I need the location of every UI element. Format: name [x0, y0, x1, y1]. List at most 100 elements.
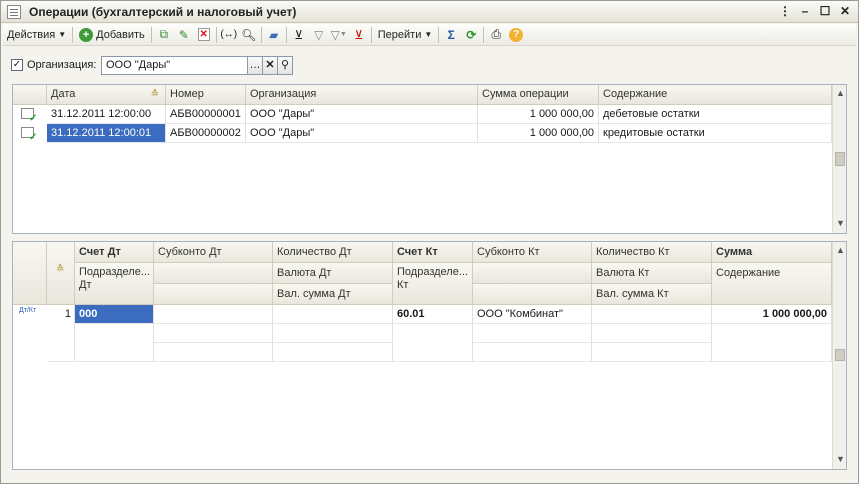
- entries-scrollbar[interactable]: ▲ ▼: [832, 242, 846, 469]
- header-account-kt[interactable]: Счет Кт: [393, 242, 473, 263]
- actions-menu-button[interactable]: Действия ▼: [3, 25, 70, 45]
- header-department-kt[interactable]: Подразделе... Кт: [393, 263, 473, 305]
- header-date[interactable]: Дата ≙: [47, 85, 166, 105]
- entry-currency-kt[interactable]: [592, 324, 712, 343]
- clear-filter-icon[interactable]: ⊻: [349, 25, 369, 45]
- hierarchy-icon[interactable]: (↔): [219, 25, 239, 45]
- eraser-icon[interactable]: ▰: [264, 25, 284, 45]
- clear-field-icon[interactable]: ✕: [263, 55, 278, 75]
- operations-table: Дата ≙ Номер Организация Сумма операции …: [12, 84, 847, 234]
- header-currency-kt[interactable]: Валюта Кт: [592, 263, 712, 284]
- dt-kt-icon: Дт/Кт: [19, 307, 37, 314]
- header-quantity-dt[interactable]: Количество Дт: [273, 242, 393, 263]
- entry-subconto-dt-3[interactable]: [154, 343, 273, 362]
- scroll-up-icon[interactable]: ▲: [833, 86, 846, 101]
- select-button[interactable]: …: [248, 55, 263, 75]
- entry-subconto-dt[interactable]: [154, 305, 273, 324]
- add-icon: +: [79, 27, 94, 42]
- minimize-icon[interactable]: –: [796, 3, 814, 20]
- header-content[interactable]: Содержание: [599, 85, 832, 105]
- organization-filter: ✓ Организация: ООО "Дары" … ✕ ⚲: [11, 55, 293, 75]
- filter-value-icon[interactable]: ▽: [309, 25, 329, 45]
- entry-quantity-kt[interactable]: [592, 305, 712, 324]
- chevron-down-icon: ▼: [424, 30, 433, 39]
- sum-icon[interactable]: Σ: [441, 25, 461, 45]
- close-icon[interactable]: ✕: [836, 3, 854, 20]
- header-empty: [473, 284, 592, 305]
- entry-currency-sum-dt[interactable]: [273, 343, 393, 362]
- entry-department-dt[interactable]: [75, 324, 154, 362]
- operations-window: Операции (бухгалтерский и налоговый учет…: [0, 0, 859, 484]
- sort-icon: ≙: [150, 89, 159, 100]
- header-amount[interactable]: Сумма операции: [478, 85, 599, 105]
- row1-content[interactable]: дебетовые остатки: [599, 105, 832, 124]
- scroll-down-icon[interactable]: ▼: [833, 216, 846, 231]
- header-description[interactable]: Содержание: [712, 263, 832, 305]
- row2-content[interactable]: кредитовые остатки: [599, 124, 832, 143]
- add-label: Добавить: [96, 28, 145, 41]
- entry-subconto-kt[interactable]: ООО "Комбинат": [473, 305, 592, 324]
- row1-organization[interactable]: ООО "Дары": [246, 105, 478, 124]
- add-button[interactable]: + Добавить: [75, 25, 149, 45]
- header-organization[interactable]: Организация: [246, 85, 478, 105]
- print-icon[interactable]: ⎙: [486, 25, 506, 45]
- entry-currency-sum-kt[interactable]: [592, 343, 712, 362]
- scroll-thumb[interactable]: [835, 152, 845, 166]
- goto-label: Перейти: [377, 28, 422, 41]
- entry-subconto-dt-2[interactable]: [154, 324, 273, 343]
- scroll-down-icon[interactable]: ▼: [833, 452, 846, 467]
- edit-icon[interactable]: ✎: [174, 25, 194, 45]
- scroll-up-icon[interactable]: ▲: [833, 243, 846, 258]
- entry-subconto-kt-2[interactable]: [473, 324, 592, 343]
- header-subconto-dt[interactable]: Субконто Дт: [154, 242, 273, 263]
- entry-sum[interactable]: 1 000 000,00: [712, 305, 832, 324]
- refresh-icon[interactable]: ⟳: [461, 25, 481, 45]
- actions-label: Действия: [7, 28, 56, 41]
- header-account-dt[interactable]: Счет Дт: [75, 242, 154, 263]
- title-bar: Операции (бухгалтерский и налоговый учет…: [1, 1, 858, 23]
- row1-amount[interactable]: 1 000 000,00: [478, 105, 599, 124]
- document-icon: [7, 4, 21, 19]
- row2-number[interactable]: АБВ00000002: [166, 124, 246, 143]
- row2-date[interactable]: 31.12.2011 12:00:01: [47, 124, 166, 143]
- copy-icon[interactable]: ⧉: [154, 25, 174, 45]
- entries-table: ≙ Счет Дт Субконто Дт Количество Дт Счет…: [12, 241, 847, 470]
- find-icon[interactable]: 🔍︎: [239, 25, 259, 45]
- entry-account-dt[interactable]: 000: [75, 305, 154, 324]
- header-empty: [154, 284, 273, 305]
- help-icon[interactable]: ?: [506, 25, 526, 45]
- entry-currency-dt[interactable]: [273, 324, 393, 343]
- header-quantity-kt[interactable]: Количество Кт: [592, 242, 712, 263]
- header-number[interactable]: Номер: [166, 85, 246, 105]
- menu-icon[interactable]: ⋮: [776, 3, 794, 20]
- entry-department-kt[interactable]: [393, 324, 473, 362]
- header-currency-dt[interactable]: Валюта Дт: [273, 263, 393, 284]
- maximize-icon[interactable]: ☐: [816, 3, 834, 20]
- header-empty: [154, 263, 273, 284]
- check-icon: ✓: [12, 59, 22, 70]
- header-currency-sum-dt[interactable]: Вал. сумма Дт: [273, 284, 393, 305]
- entry-subconto-kt-3[interactable]: [473, 343, 592, 362]
- sort-icon: ≙: [56, 264, 65, 275]
- organization-input[interactable]: ООО "Дары": [101, 55, 248, 75]
- header-sum[interactable]: Сумма: [712, 242, 832, 263]
- filter-icon[interactable]: ⊻: [289, 25, 309, 45]
- entry-description[interactable]: [712, 324, 832, 362]
- row1-date[interactable]: 31.12.2011 12:00:00: [47, 105, 166, 124]
- entry-quantity-dt[interactable]: [273, 305, 393, 324]
- header-currency-sum-kt[interactable]: Вал. сумма Кт: [592, 284, 712, 305]
- row2-organization[interactable]: ООО "Дары": [246, 124, 478, 143]
- organization-checkbox[interactable]: ✓: [11, 59, 23, 71]
- toolbar: Действия ▼ + Добавить ⧉ ✎ ✕ (↔) 🔍︎ ▰ ⊻ ▽ …: [3, 24, 856, 46]
- delete-icon[interactable]: ✕: [194, 25, 214, 45]
- entry-account-kt[interactable]: 60.01: [393, 305, 473, 324]
- goto-menu-button[interactable]: Перейти ▼: [374, 25, 437, 45]
- row2-amount[interactable]: 1 000 000,00: [478, 124, 599, 143]
- operations-scrollbar[interactable]: ▲ ▼: [832, 85, 846, 233]
- header-subconto-kt[interactable]: Субконто Кт: [473, 242, 592, 263]
- search-icon[interactable]: ⚲: [278, 55, 293, 75]
- scroll-thumb[interactable]: [835, 349, 845, 361]
- row1-number[interactable]: АБВ00000001: [166, 105, 246, 124]
- header-department-dt[interactable]: Подразделе... Дт: [75, 263, 154, 305]
- filter-history-icon[interactable]: ▽ ▼: [329, 25, 349, 45]
